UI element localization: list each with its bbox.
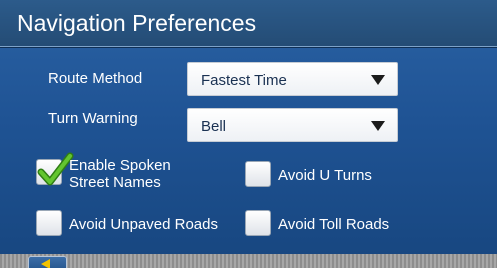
page-title: Navigation Preferences <box>17 10 257 36</box>
avoid-toll-roads-label: Avoid Toll Roads <box>278 216 390 233</box>
route-method-value: Fastest Time <box>201 72 287 89</box>
avoid-unpaved-roads-checkbox[interactable] <box>36 210 62 236</box>
navigation-preferences-screen: Navigation Preferences Route Method Fast… <box>0 0 497 268</box>
spoken-street-names-label: Enable Spoken Street Names <box>69 157 171 191</box>
spoken-street-names-checkbox[interactable] <box>36 152 74 186</box>
avoid-u-turns-checkbox[interactable] <box>245 161 271 187</box>
title-bar: Navigation Preferences <box>0 0 497 47</box>
turn-warning-value: Bell <box>201 118 227 135</box>
avoid-unpaved-roads-label: Avoid Unpaved Roads <box>69 216 218 233</box>
chevron-down-icon <box>371 75 385 85</box>
route-method-dropdown[interactable]: Fastest Time <box>187 62 398 96</box>
checkmark-icon <box>37 152 74 186</box>
route-method-label: Route Method <box>48 70 143 87</box>
back-button[interactable] <box>28 256 67 268</box>
turn-warning-label: Turn Warning <box>48 110 138 127</box>
bottom-bezel <box>0 254 497 268</box>
avoid-toll-roads-checkbox[interactable] <box>245 210 271 236</box>
back-arrow-icon <box>41 259 50 268</box>
avoid-u-turns-label: Avoid U Turns <box>278 167 372 184</box>
turn-warning-dropdown[interactable]: Bell <box>187 108 398 142</box>
chevron-down-icon <box>371 121 385 131</box>
